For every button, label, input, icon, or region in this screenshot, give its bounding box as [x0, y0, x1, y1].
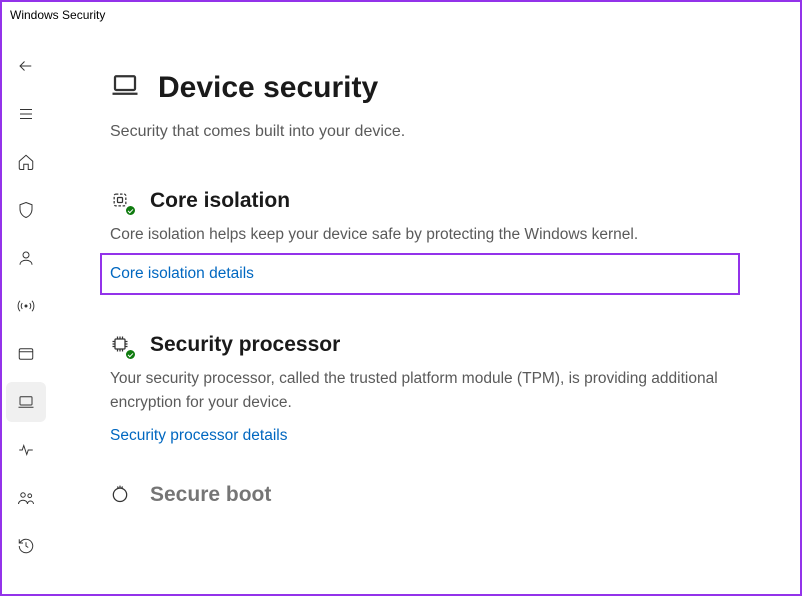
sidebar-item-history[interactable] — [6, 526, 46, 566]
section-core-isolation: Core isolation Core isolation helps keep… — [110, 189, 740, 295]
section-title: Core isolation — [150, 189, 290, 213]
sidebar-item-family[interactable] — [6, 478, 46, 518]
hamburger-icon — [17, 105, 35, 123]
person-icon — [17, 249, 35, 267]
heart-pulse-icon — [17, 441, 35, 459]
secure-boot-icon — [110, 484, 132, 506]
browser-icon — [17, 345, 35, 363]
history-icon — [17, 537, 35, 555]
laptop-icon — [110, 70, 140, 105]
sidebar-item-firewall[interactable] — [6, 286, 46, 326]
highlighted-link-box: Core isolation details — [100, 253, 740, 295]
sidebar-item-app[interactable] — [6, 334, 46, 374]
status-ok-badge — [125, 205, 136, 216]
sidebar-item-home[interactable] — [6, 142, 46, 182]
sidebar-item-virus[interactable] — [6, 190, 46, 230]
menu-button[interactable] — [6, 94, 46, 134]
broadcast-icon — [17, 297, 35, 315]
core-isolation-icon — [110, 190, 132, 212]
page-title: Device security — [158, 71, 378, 105]
core-isolation-details-link[interactable]: Core isolation details — [110, 265, 254, 283]
section-desc: Your security processor, called the trus… — [110, 367, 740, 415]
page-header: Device security — [110, 70, 740, 105]
people-icon — [17, 489, 35, 507]
section-security-processor: Security processor Your security process… — [110, 333, 740, 445]
window-title: Windows Security — [2, 2, 800, 28]
page-subtitle: Security that comes built into your devi… — [110, 123, 740, 141]
section-secure-boot-partial: Secure boot — [110, 483, 740, 507]
laptop-icon — [17, 393, 35, 411]
sidebar-item-device[interactable] — [6, 382, 46, 422]
section-desc: Core isolation helps keep your device sa… — [110, 223, 740, 247]
sidebar-item-performance[interactable] — [6, 430, 46, 470]
security-processor-icon — [110, 334, 132, 356]
main-content: Device security Security that comes buil… — [50, 28, 800, 594]
sidebar-item-account[interactable] — [6, 238, 46, 278]
status-ok-badge — [125, 349, 136, 360]
back-button[interactable] — [6, 46, 46, 86]
arrow-left-icon — [17, 57, 35, 75]
section-title: Secure boot — [150, 483, 271, 507]
shield-icon — [17, 201, 35, 219]
sidebar — [2, 28, 50, 594]
section-title: Security processor — [150, 333, 340, 357]
home-icon — [17, 153, 35, 171]
security-processor-details-link[interactable]: Security processor details — [110, 427, 287, 445]
